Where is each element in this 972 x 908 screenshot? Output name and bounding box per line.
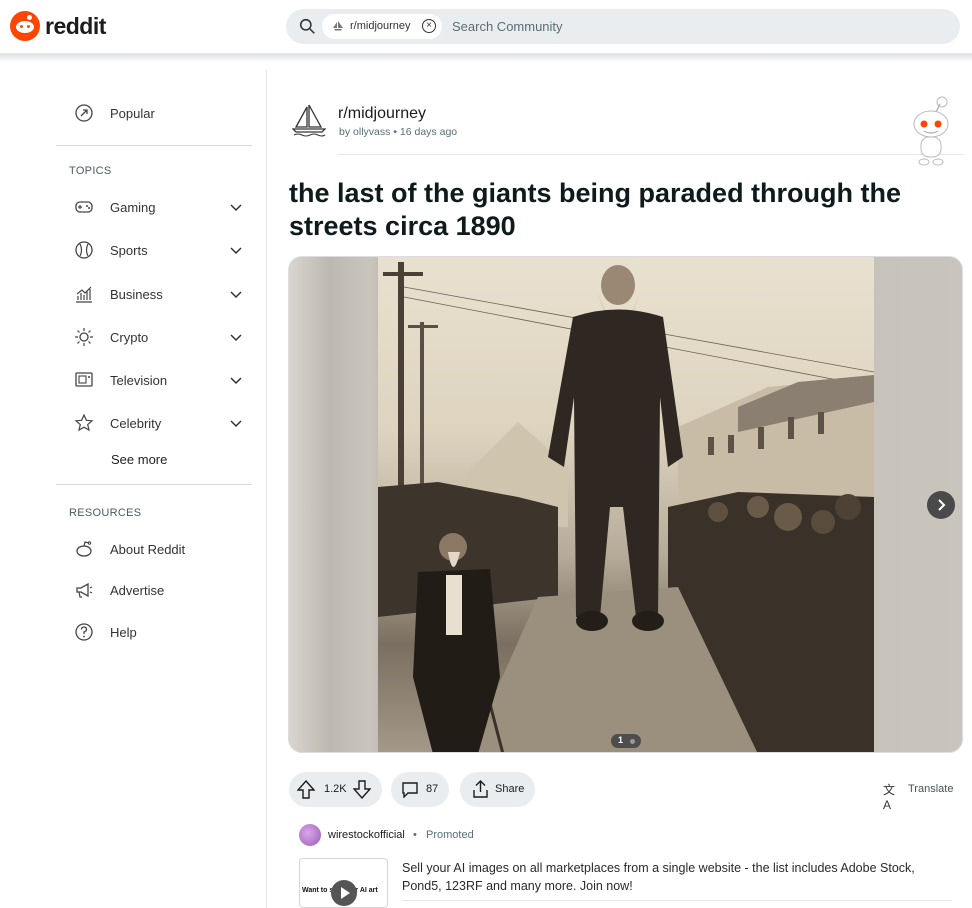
chevron-down-icon[interactable] <box>229 330 243 344</box>
chevron-down-icon[interactable] <box>229 287 243 301</box>
sidebar-item-label: Gaming <box>110 199 156 215</box>
translate-icon: 文A <box>883 783 896 812</box>
megaphone-icon <box>76 582 93 598</box>
chevron-down-icon[interactable] <box>229 373 243 387</box>
giant-parade-photo <box>378 262 874 752</box>
post-title[interactable]: the last of the giants being paraded thr… <box>289 177 961 243</box>
sidebar-item-label: About Reddit <box>110 541 186 557</box>
sidebar-item-label: Advertise <box>110 582 165 598</box>
subreddit-avatar[interactable] <box>292 103 326 137</box>
midjourney-boat-icon <box>333 21 343 31</box>
reddit-icon <box>76 541 92 557</box>
sidebar-item-celebrity[interactable]: Celebrity <box>56 403 256 443</box>
search-icon <box>299 18 315 34</box>
promo-divider <box>402 900 952 901</box>
promo-separator: • <box>413 829 417 841</box>
sidebar-item-television[interactable]: Television <box>56 360 256 400</box>
chevron-down-icon[interactable] <box>229 200 243 214</box>
subreddit-name[interactable]: r/midjourney <box>338 105 426 123</box>
resources-heading: RESOURCES <box>69 507 142 519</box>
star-icon <box>74 413 94 432</box>
post-author[interactable]: ollyvass <box>353 126 390 138</box>
meta-divider <box>338 154 964 155</box>
carousel-pager: 1 <box>611 734 641 748</box>
advertiser-name[interactable]: wirestockofficial <box>328 829 405 841</box>
promo-body-text[interactable]: Sell your AI images on all marketplaces … <box>402 859 942 895</box>
sidebar-item-popular[interactable]: Popular <box>56 93 256 133</box>
sidebar-item-business[interactable]: Business <box>56 274 256 314</box>
sidebar-item-label: Celebrity <box>110 415 162 431</box>
reddit-logo[interactable]: reddit <box>10 11 106 41</box>
crypto-icon <box>75 328 93 346</box>
carousel-page-number: 1 <box>618 735 624 745</box>
header-shadow <box>0 54 972 62</box>
meta-separator: • <box>393 126 397 138</box>
snoo-mascot-icon <box>913 96 949 166</box>
gamepad-icon <box>75 201 93 213</box>
sidebar-item-label: Popular <box>110 105 155 121</box>
sidebar-divider-line <box>56 484 252 485</box>
chevron-down-icon[interactable] <box>229 416 243 430</box>
reddit-logo-icon <box>10 11 40 41</box>
topics-heading: TOPICS <box>69 165 112 177</box>
advertiser-avatar[interactable] <box>299 824 321 846</box>
post-image[interactable] <box>378 257 874 752</box>
carousel-next-button[interactable] <box>927 491 955 519</box>
translate-button[interactable]: 文A Translate <box>883 781 954 813</box>
comment-count: 87 <box>426 783 439 795</box>
sidebar-divider <box>266 70 267 908</box>
upvote-icon[interactable] <box>297 780 315 799</box>
post-image-carousel[interactable]: 1 <box>288 256 963 753</box>
community-chip[interactable]: r/midjourney × <box>322 14 442 39</box>
sidebar-item-label: Television <box>110 372 168 388</box>
top-header: reddit r/midjourney × Search Community <box>0 0 972 54</box>
share-label: Share <box>495 783 525 795</box>
play-icon[interactable] <box>331 880 357 906</box>
translate-label: Translate <box>908 782 954 795</box>
television-icon <box>75 372 93 387</box>
chevron-down-icon[interactable] <box>229 243 243 257</box>
promoted-label: Promoted <box>426 829 474 841</box>
sidebar-item-sports[interactable]: Sports <box>56 230 256 270</box>
chart-icon <box>76 286 92 303</box>
sports-ball-icon <box>75 241 93 259</box>
promo-video-thumbnail[interactable]: Want to sell your AI art <box>299 858 388 908</box>
downvote-icon[interactable] <box>353 780 371 799</box>
help-icon <box>75 623 93 641</box>
sidebar-item-crypto[interactable]: Crypto <box>56 317 256 357</box>
sidebar-item-advertise[interactable]: Advertise <box>56 570 256 610</box>
sidebar-item-gaming[interactable]: Gaming <box>56 187 256 227</box>
sidebar-item-label: Sports <box>110 242 148 258</box>
see-more-link[interactable]: See more <box>111 452 167 467</box>
share-icon <box>473 780 488 798</box>
search-input[interactable]: Search Community <box>452 19 563 34</box>
post-meta: by ollyvass • 16 days ago <box>339 126 458 138</box>
chevron-right-icon <box>938 499 946 511</box>
share-button[interactable]: Share <box>460 772 535 807</box>
vote-count: 1.2K <box>324 783 347 795</box>
community-chip-label: r/midjourney <box>350 20 411 32</box>
popular-icon <box>75 104 93 122</box>
carousel-page-dot[interactable] <box>630 739 635 744</box>
sidebar-item-label: Help <box>110 624 137 640</box>
sidebar-item-label: Business <box>110 286 163 302</box>
sidebar-item-label: Crypto <box>110 329 149 345</box>
sidebar-item-help[interactable]: Help <box>56 612 256 652</box>
comment-icon <box>402 782 418 798</box>
vote-control: 1.2K <box>289 772 382 807</box>
post-time: 16 days ago <box>399 126 458 138</box>
sidebar-item-about-reddit[interactable]: About Reddit <box>56 529 256 569</box>
logo-text: reddit <box>45 12 106 39</box>
sidebar-divider-line <box>56 145 252 146</box>
remove-community-icon[interactable]: × <box>422 19 436 33</box>
comments-button[interactable]: 87 <box>391 772 449 807</box>
